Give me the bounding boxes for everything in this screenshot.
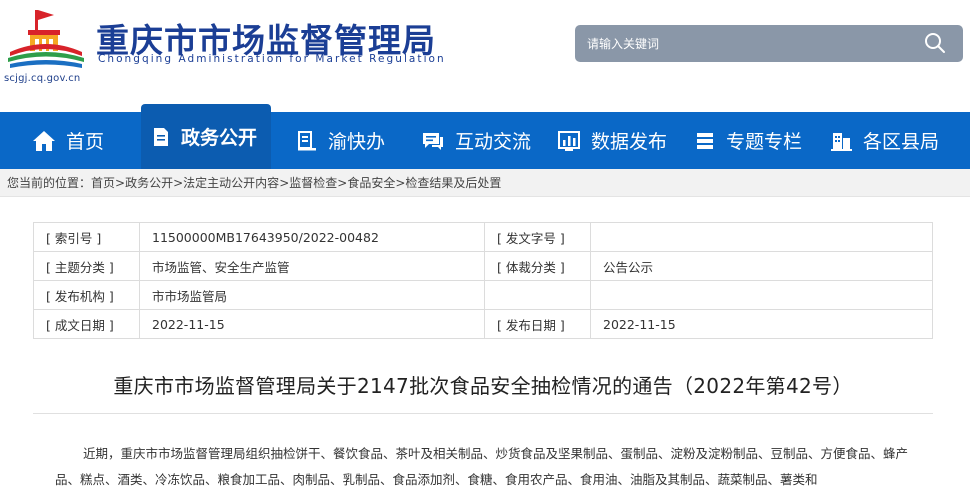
home-icon	[33, 130, 55, 151]
breadcrumb-link-results[interactable]: 检查结果及后处置	[405, 176, 501, 190]
breadcrumb-separator: >	[279, 176, 290, 190]
breadcrumb-separator: >	[173, 176, 184, 190]
site-subtitle: Chongqing Administration for Market Regu…	[98, 53, 446, 65]
genre-label: [ 体裁分类 ]	[484, 251, 591, 281]
breadcrumb-link-gov-affairs[interactable]: 政务公开	[125, 176, 173, 190]
issuer-value: 市市场监管局	[139, 280, 485, 310]
breadcrumb-link-supervision[interactable]: 监督检查	[289, 176, 337, 190]
nav-item-data[interactable]: 数据发布	[557, 112, 667, 169]
breadcrumb-separator: >	[395, 176, 406, 190]
logo-emblem-icon[interactable]	[6, 6, 86, 72]
created-date-label: [ 成文日期 ]	[33, 309, 140, 339]
empty-cell	[590, 280, 933, 310]
building-icon	[831, 132, 852, 151]
doc-number-value	[590, 222, 933, 252]
list-icon	[697, 132, 713, 149]
breadcrumb-link-food-safety[interactable]: 食品安全	[347, 176, 395, 190]
breadcrumb-prefix: 您当前的位置：	[7, 176, 92, 190]
nav-item-gov-affairs[interactable]: 政务公开	[141, 104, 271, 169]
table-row: [ 成文日期 ] 2022-11-15 [ 发布日期 ] 2022-11-15	[33, 309, 933, 339]
breadcrumb-link-home[interactable]: 首页	[91, 176, 115, 190]
topic-value: 市场监管、安全生产监管	[139, 251, 485, 281]
chat-icon	[423, 132, 443, 150]
doc-number-label: [ 发文字号 ]	[484, 222, 591, 252]
search-box	[575, 25, 963, 62]
service-icon	[298, 130, 316, 150]
table-row: [ 索引号 ] 11500000MB17643950/2022-00482 [ …	[33, 222, 933, 252]
topic-label: [ 主题分类 ]	[33, 251, 140, 281]
created-date-value: 2022-11-15	[139, 309, 485, 339]
search-input[interactable]	[587, 33, 907, 54]
nav-item-topics[interactable]: 专题专栏	[694, 112, 802, 169]
main-nav: 首页 政务公开 渝快办 互动交流 数据发布 专题专栏 各区县局	[0, 104, 970, 169]
genre-value: 公告公示	[590, 251, 933, 281]
site-url: scjgj.cq.gov.cn	[4, 73, 81, 84]
title-divider	[33, 413, 933, 414]
nav-label: 首页	[66, 131, 105, 153]
document-icon	[154, 127, 168, 146]
index-value: 11500000MB17643950/2022-00482	[139, 222, 485, 252]
nav-label: 专题专栏	[726, 131, 803, 153]
nav-label: 政务公开	[181, 127, 258, 149]
breadcrumb-separator: >	[337, 176, 348, 190]
table-row: [ 主题分类 ] 市场监管、安全生产监管 [ 体裁分类 ] 公告公示	[33, 251, 933, 281]
nav-item-interaction[interactable]: 互动交流	[421, 112, 531, 169]
empty-cell	[484, 280, 591, 310]
breadcrumb: 您当前的位置：首页>政务公开>法定主动公开内容>监督检查>食品安全>检查结果及后…	[0, 169, 970, 197]
nav-label: 互动交流	[455, 131, 532, 153]
chart-icon	[558, 130, 580, 151]
site-header: scjgj.cq.gov.cn 重庆市市场监督管理局 Chongqing Adm…	[0, 0, 970, 112]
published-date-value: 2022-11-15	[590, 309, 933, 339]
nav-label: 渝快办	[328, 131, 386, 153]
table-row: [ 发布机构 ] 市市场监管局	[33, 280, 933, 310]
breadcrumb-separator: >	[115, 176, 126, 190]
index-label: [ 索引号 ]	[33, 222, 140, 252]
nav-label: 各区县局	[863, 131, 940, 153]
document-info-table: [ 索引号 ] 11500000MB17643950/2022-00482 [ …	[33, 222, 933, 339]
article-title: 重庆市市场监督管理局关于2147批次食品安全抽检情况的通告（2022年第42号）	[113, 374, 853, 398]
published-date-label: [ 发布日期 ]	[484, 309, 591, 339]
nav-item-districts[interactable]: 各区县局	[829, 112, 939, 169]
search-icon[interactable]	[923, 31, 947, 55]
nav-label: 数据发布	[591, 131, 668, 153]
nav-item-home[interactable]: 首页	[32, 112, 104, 169]
article-body: 近期，重庆市市场监督管理局组织抽检饼干、餐饮食品、茶叶及相关制品、炒货食品及坚果…	[55, 446, 909, 487]
nav-item-service[interactable]: 渝快办	[296, 112, 385, 169]
breadcrumb-link-statutory[interactable]: 法定主动公开内容	[183, 176, 279, 190]
issuer-label: [ 发布机构 ]	[33, 280, 140, 310]
